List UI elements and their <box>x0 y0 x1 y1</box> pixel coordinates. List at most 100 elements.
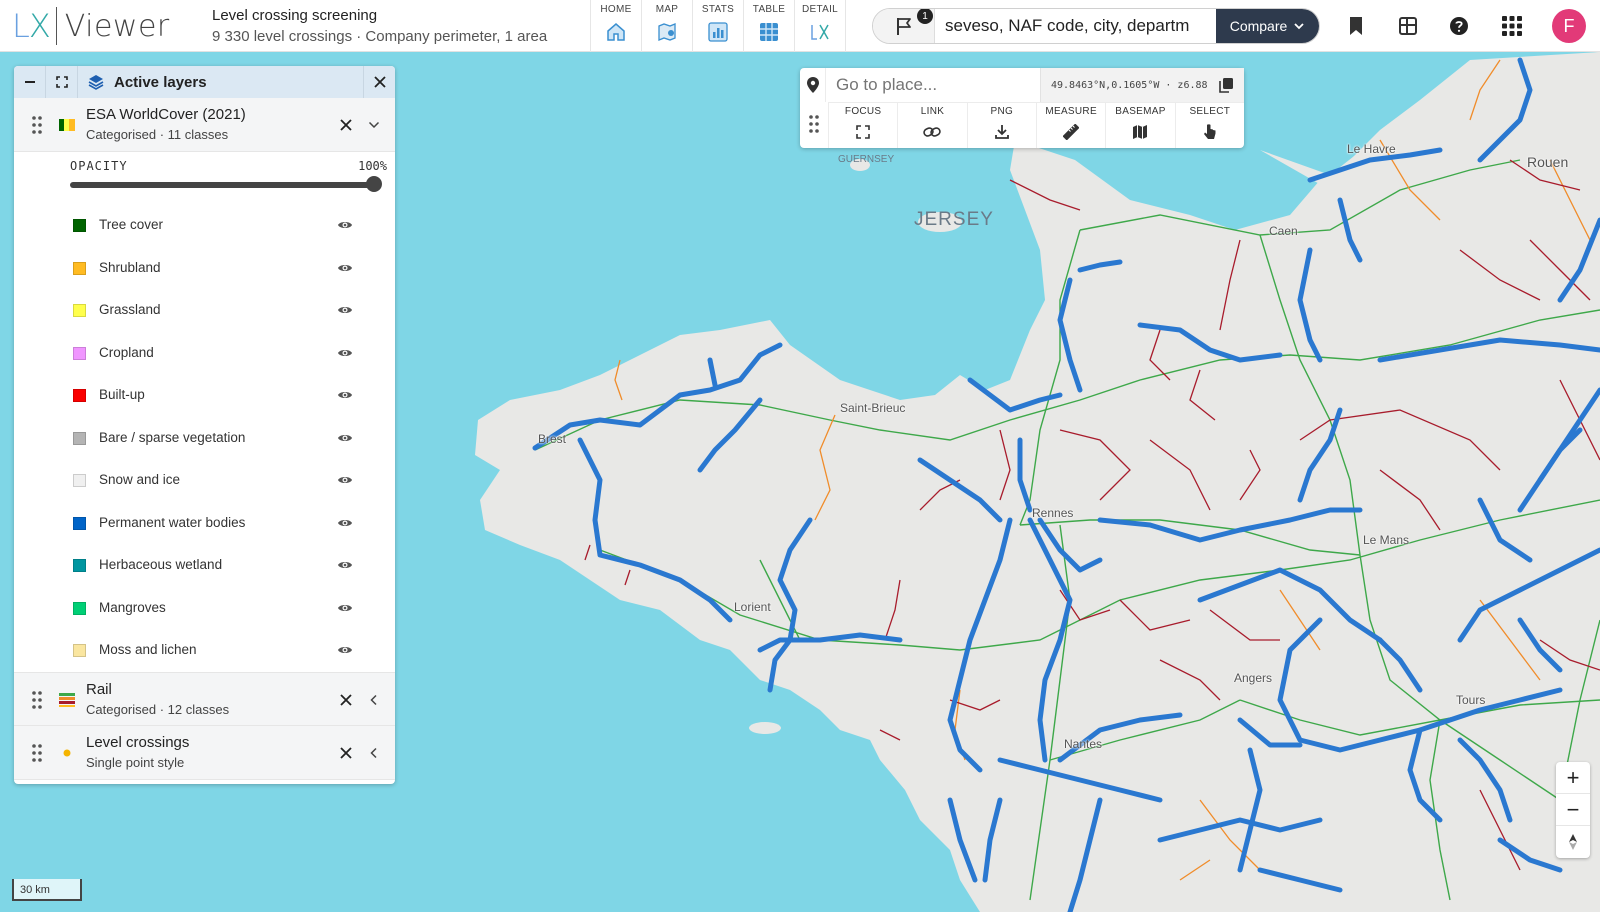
table-icon <box>758 21 780 43</box>
zoom-out-button[interactable]: − <box>1556 794 1590 826</box>
eye-icon[interactable] <box>337 387 353 403</box>
legend-swatch <box>73 474 86 487</box>
expand-panel-button[interactable] <box>46 66 78 98</box>
legend-label: Cropland <box>99 344 154 360</box>
flag-icon <box>896 18 911 35</box>
opacity-slider-track[interactable] <box>70 182 376 188</box>
close-panel-button[interactable] <box>363 66 395 98</box>
logo-mark: LX <box>12 7 51 45</box>
eye-icon[interactable] <box>337 600 353 616</box>
legend-item: Built-up <box>14 374 395 417</box>
legend-swatch <box>73 261 86 275</box>
search-bar: 1 Compare <box>872 8 1320 44</box>
eye-icon[interactable] <box>337 642 353 658</box>
zoom-in-button[interactable]: + <box>1556 762 1590 794</box>
eye-icon[interactable] <box>337 302 353 318</box>
expand-layer-button[interactable] <box>364 690 384 710</box>
select-button[interactable]: SELECT <box>1174 103 1244 148</box>
focus-icon <box>854 123 872 141</box>
remove-layer-button[interactable] <box>336 115 356 135</box>
png-label: PNG <box>990 106 1014 117</box>
tab-home-label: HOME <box>600 4 632 15</box>
legend-label: Bare / sparse vegetation <box>99 429 246 445</box>
layer-row-worldcover[interactable]: ESA WorldCover (2021) Categorised · 11 c… <box>14 98 395 152</box>
eye-icon[interactable] <box>337 472 353 488</box>
layer-subtitle: Categorised · 12 classes <box>86 701 230 717</box>
logo-divider <box>55 7 57 45</box>
app-logo[interactable]: LX Viewer <box>12 6 170 46</box>
island-belle-ile <box>749 722 781 734</box>
zoom-control: + − <box>1556 762 1590 858</box>
tab-detail[interactable]: DETAIL <box>795 0 846 52</box>
bookmark-button[interactable] <box>1340 10 1372 42</box>
bookmark-icon <box>1350 17 1362 35</box>
user-avatar[interactable]: F <box>1552 9 1586 43</box>
tab-map-label: MAP <box>655 4 679 15</box>
legend-item: Tree cover <box>14 204 395 247</box>
lx-detail-icon <box>809 21 831 43</box>
legend-item: Bare / sparse vegetation <box>14 417 395 460</box>
link-button[interactable]: LINK <box>897 103 966 148</box>
location-pin-icon <box>800 68 826 102</box>
eye-icon[interactable] <box>337 515 353 531</box>
minus-icon <box>24 81 35 83</box>
expand-layer-button[interactable] <box>364 743 384 763</box>
tab-stats[interactable]: STATS <box>693 0 744 52</box>
search-input[interactable] <box>945 9 1207 43</box>
plus-icon: + <box>1566 764 1580 790</box>
panel-title: Active layers <box>88 74 207 91</box>
basemap-button[interactable]: BASEMAP <box>1105 103 1174 148</box>
chevron-down-icon <box>1294 23 1304 30</box>
tab-map[interactable]: MAP <box>642 0 693 52</box>
compare-button[interactable]: Compare <box>1216 9 1319 43</box>
chevron-left-icon <box>370 747 377 758</box>
drag-handle-icon[interactable] <box>31 690 43 710</box>
map-label-rennes: Rennes <box>1032 506 1074 520</box>
scope-filter-button[interactable]: 1 <box>873 9 935 43</box>
help-icon <box>1450 17 1468 35</box>
legend-label: Mangroves <box>99 599 166 615</box>
collapse-layer-button[interactable] <box>364 115 384 135</box>
legend-label: Tree cover <box>99 217 164 232</box>
opacity-label: OPACITY <box>70 159 128 173</box>
drag-handle-icon[interactable] <box>31 115 43 135</box>
help-button[interactable] <box>1443 10 1475 42</box>
drag-handle-icon[interactable] <box>808 114 820 134</box>
tab-table[interactable]: TABLE <box>744 0 795 52</box>
coordinates-text: 49.8463°N,0.1605°W · z6.88 <box>1051 79 1208 91</box>
legend-item: Permanent water bodies <box>14 502 395 545</box>
minimize-panel-button[interactable] <box>14 66 46 98</box>
map-label-angers: Angers <box>1234 671 1273 685</box>
measure-button[interactable]: MEASURE <box>1035 103 1105 148</box>
layer-name: Rail <box>86 680 112 698</box>
map-icon <box>656 21 678 43</box>
tab-home[interactable]: HOME <box>591 0 642 52</box>
eye-icon[interactable] <box>337 217 353 233</box>
layer-row-rail[interactable]: Rail Categorised · 12 classes <box>14 671 395 726</box>
layer-row-level-crossings[interactable]: Level crossings Single point style <box>14 725 395 780</box>
remove-layer-button[interactable] <box>336 690 356 710</box>
eye-icon[interactable] <box>337 345 353 361</box>
map-label-nantes: Nantes <box>1064 737 1103 751</box>
layer-name: Level crossings <box>86 733 190 751</box>
map-label-tours: Tours <box>1456 693 1486 707</box>
focus-button[interactable]: FOCUS <box>828 103 897 148</box>
opacity-slider-thumb[interactable] <box>366 176 382 192</box>
remove-layer-button[interactable] <box>336 743 356 763</box>
legend-label: Herbaceous wetland <box>99 557 223 572</box>
eye-icon[interactable] <box>337 260 353 276</box>
eye-icon[interactable] <box>337 430 353 446</box>
copy-icon[interactable] <box>1218 77 1234 93</box>
layout-grid-icon <box>1399 17 1417 35</box>
go-to-place-input[interactable] <box>836 70 1036 100</box>
png-export-button[interactable]: PNG <box>966 103 1036 148</box>
reset-north-button[interactable] <box>1556 826 1590 858</box>
apps-menu-button[interactable] <box>1496 10 1528 42</box>
drag-handle-icon[interactable] <box>31 743 43 763</box>
eye-icon[interactable] <box>337 557 353 573</box>
compass-icon <box>1569 834 1577 850</box>
fullscreen-icon <box>55 76 68 88</box>
minus-icon: − <box>1566 796 1580 822</box>
layout-button[interactable] <box>1392 10 1424 42</box>
map-label-jersey: JERSEY <box>914 209 994 230</box>
